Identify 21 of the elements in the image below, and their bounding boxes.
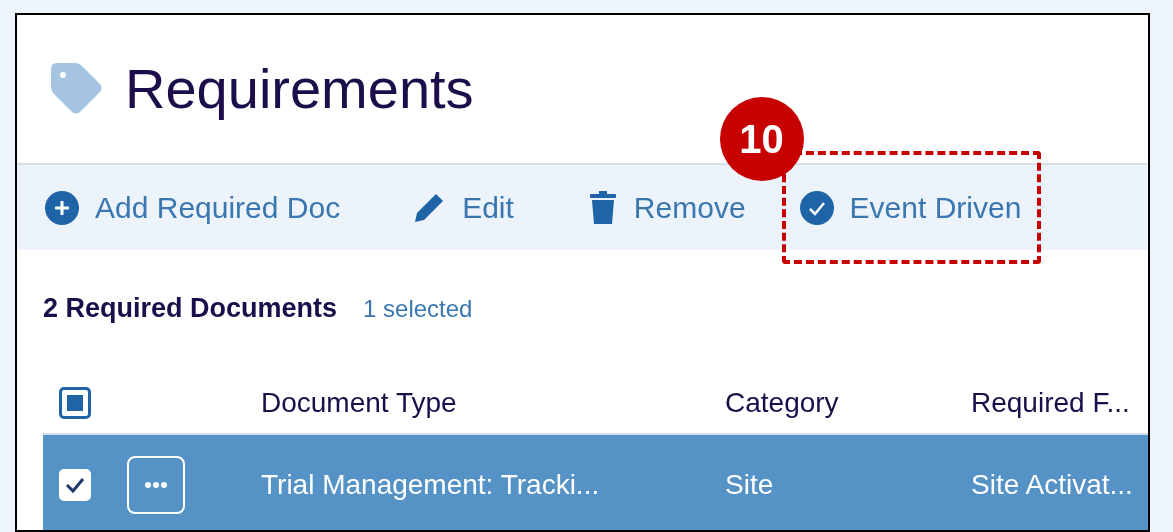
trash-icon <box>587 190 618 225</box>
plus-circle-icon <box>45 190 79 225</box>
toolbar-button[interactable]: Add Required Doc <box>45 185 341 230</box>
column-header[interactable]: Required F... <box>971 381 1141 424</box>
checkbox[interactable] <box>59 386 91 419</box>
table-cell-text: Site Activat... <box>971 467 1134 502</box>
more-button[interactable] <box>127 455 185 514</box>
document-count: 2 Required Documents <box>43 292 338 325</box>
toolbar-button[interactable]: Event Driven <box>799 185 1022 230</box>
selection-count: 1 selected <box>363 294 473 324</box>
column-header[interactable]: Category <box>725 381 971 424</box>
check-circle-icon <box>799 190 834 225</box>
table-row[interactable]: Trial Management: Tracki... Site Site Activat... <box>43 434 1148 530</box>
step-badge: 10 <box>719 97 804 181</box>
column-header[interactable]: Document Type <box>261 381 725 424</box>
toolbar-button[interactable]: Edit <box>412 185 514 230</box>
toolbar-button[interactable]: Remove <box>587 185 746 230</box>
page-title: Requirements <box>125 56 474 122</box>
table-cell-text: Site <box>725 467 775 502</box>
table-cell-text: Trial Management: Tracki... <box>261 467 601 502</box>
ellipsis-icon <box>145 481 167 488</box>
